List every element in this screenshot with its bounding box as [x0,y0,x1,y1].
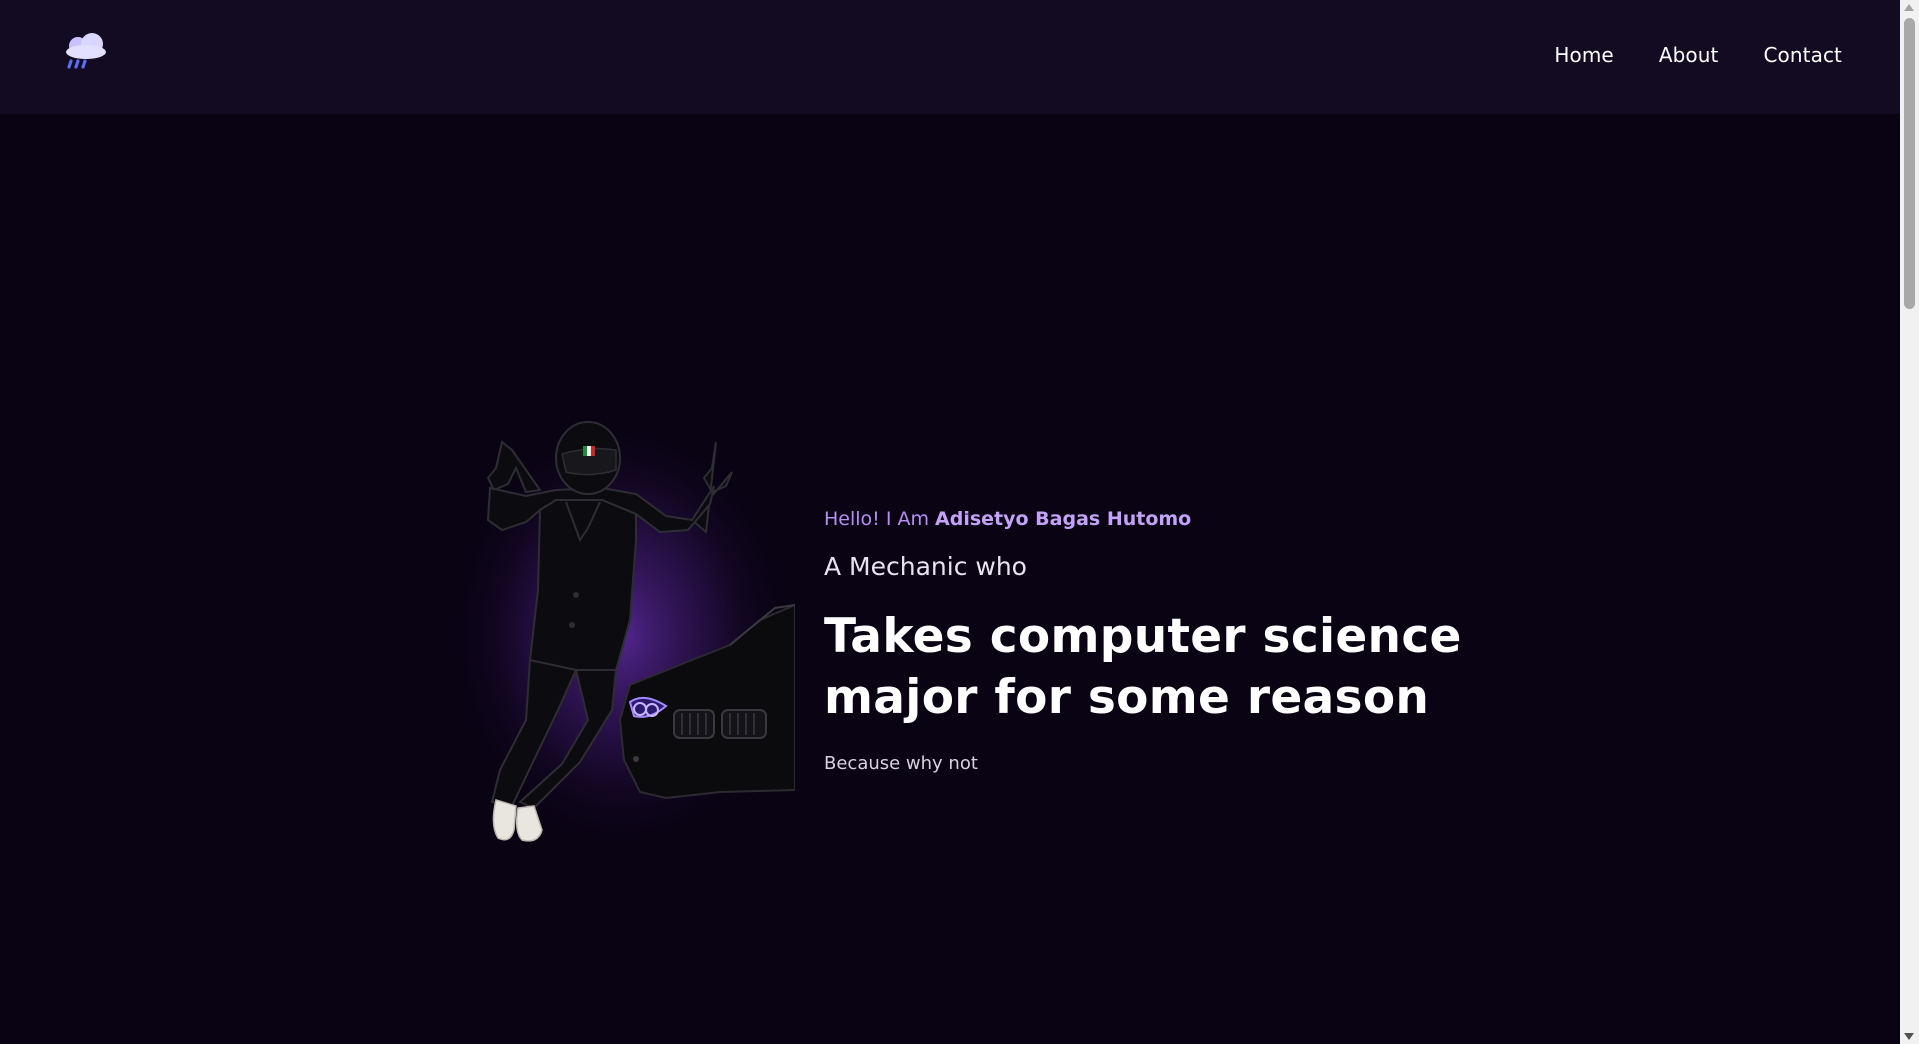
scroll-thumb[interactable] [1904,18,1915,309]
hero-illustration [450,420,795,850]
scroll-down-arrow-icon[interactable] [1904,1033,1914,1040]
hero-greeting: Hello! I Am Adisetyo Bagas Hutomo [824,500,1544,538]
hero-headline: Takes computer science major for some re… [824,609,1462,725]
hero-name: Adisetyo Bagas Hutomo [935,508,1192,530]
nav-about-link[interactable]: About [1659,43,1719,67]
page-scrollbar[interactable] [1900,0,1919,1044]
page: Home About Contact Hello! I Am Adisetyo … [0,0,1919,1044]
main-nav: Home About Contact [1554,0,1842,110]
nav-contact-link[interactable]: Contact [1763,43,1842,67]
rain-cloud-icon[interactable] [62,30,108,70]
nav-home-link[interactable]: Home [1554,43,1613,67]
scroll-up-arrow-icon[interactable] [1904,4,1914,11]
greeting-prefix: Hello! I Am [824,508,936,530]
hero-tagline: A Mechanic who [824,552,1027,581]
hero-text: Hello! I Am Adisetyo Bagas Hutomo A Mech… [824,500,1544,776]
hero-subtext: Because why not [824,753,978,774]
navbar: Home About Contact [0,0,1900,114]
